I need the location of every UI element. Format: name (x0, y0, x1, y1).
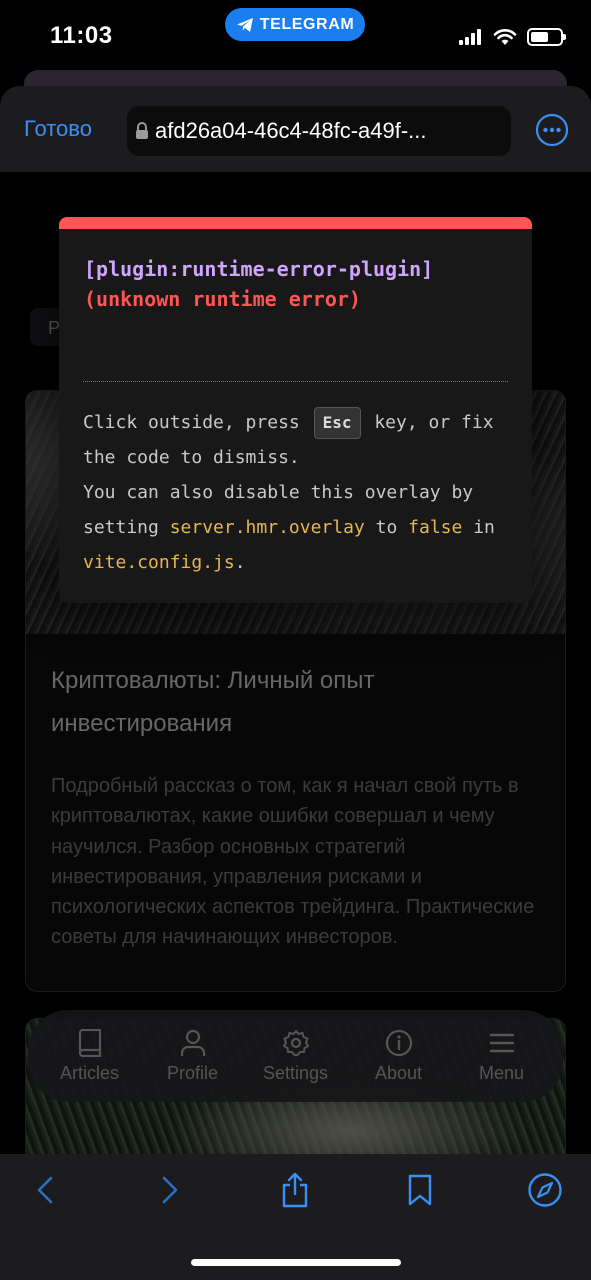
lock-icon (136, 122, 148, 139)
error-tip: Click outside, press Esc key, or fix the… (83, 405, 513, 580)
compass-icon (528, 1173, 562, 1207)
bookmark-icon (408, 1174, 432, 1206)
share-button[interactable] (275, 1170, 315, 1210)
error-top-border (59, 217, 532, 229)
nav-item-menu[interactable]: Menu (457, 1029, 547, 1084)
back-button[interactable] (25, 1170, 65, 1210)
telegram-icon (236, 17, 253, 32)
info-icon (385, 1029, 412, 1056)
chevron-left-icon (37, 1176, 53, 1204)
open-in-safari-button[interactable] (525, 1170, 565, 1210)
cellular-signal-icon (459, 29, 481, 45)
user-icon (180, 1029, 205, 1056)
tip-text: to (375, 517, 398, 538)
gear-icon (282, 1029, 309, 1056)
nav-item-profile[interactable]: Profile (148, 1029, 238, 1084)
telegram-return-pill[interactable]: TELEGRAM (225, 8, 365, 41)
bookmarks-button[interactable] (400, 1170, 440, 1210)
tip-text: . (234, 552, 246, 573)
status-bar: 11:03 TELEGRAM (0, 0, 591, 72)
nav-item-about[interactable]: About (354, 1029, 444, 1084)
vite-error-overlay[interactable]: [plugin:runtime-error-plugin] (unknown r… (59, 217, 532, 603)
config-file-name: vite.config.js (83, 552, 235, 573)
home-indicator (191, 1259, 401, 1266)
tip-text: Click outside, press (83, 412, 300, 433)
setting-name: server.hmr.overlay (169, 517, 365, 538)
nav-label: Articles (59, 1062, 119, 1083)
status-icons (459, 28, 566, 46)
nav-label: Menu (478, 1062, 525, 1083)
nav-label: Settings (262, 1062, 329, 1083)
book-icon (78, 1028, 101, 1057)
app-bottom-nav: Articles Profile Settings About Menu (28, 1010, 563, 1102)
error-divider (83, 381, 508, 382)
nav-item-settings[interactable]: Settings (251, 1029, 341, 1084)
browser-top-bar: Готово afd26a04-46c4-48fc-a49f-... (0, 86, 591, 172)
nav-label: About (374, 1062, 423, 1083)
address-bar[interactable]: afd26a04-46c4-48fc-a49f-... (127, 106, 511, 156)
more-options-icon[interactable] (535, 113, 569, 147)
tip-text: in (473, 517, 495, 538)
menu-icon (489, 1033, 514, 1052)
wifi-icon (493, 29, 517, 45)
share-icon (282, 1172, 308, 1208)
status-time: 11:03 (50, 22, 113, 49)
telegram-label: TELEGRAM (259, 15, 355, 33)
forward-button[interactable] (150, 1170, 190, 1210)
url-text: afd26a04-46c4-48fc-a49f-... (155, 118, 427, 143)
error-message: (unknown runtime error) (84, 287, 361, 311)
setting-value: false (408, 517, 463, 538)
nav-label: Profile (166, 1062, 219, 1083)
esc-key-badge: Esc (313, 407, 361, 439)
chevron-right-icon (162, 1176, 178, 1204)
nav-item-articles[interactable]: Articles (45, 1028, 135, 1084)
done-button[interactable]: Готово (24, 116, 92, 142)
error-plugin-name: [plugin:runtime-error-plugin] (84, 257, 434, 281)
battery-icon (527, 28, 566, 46)
